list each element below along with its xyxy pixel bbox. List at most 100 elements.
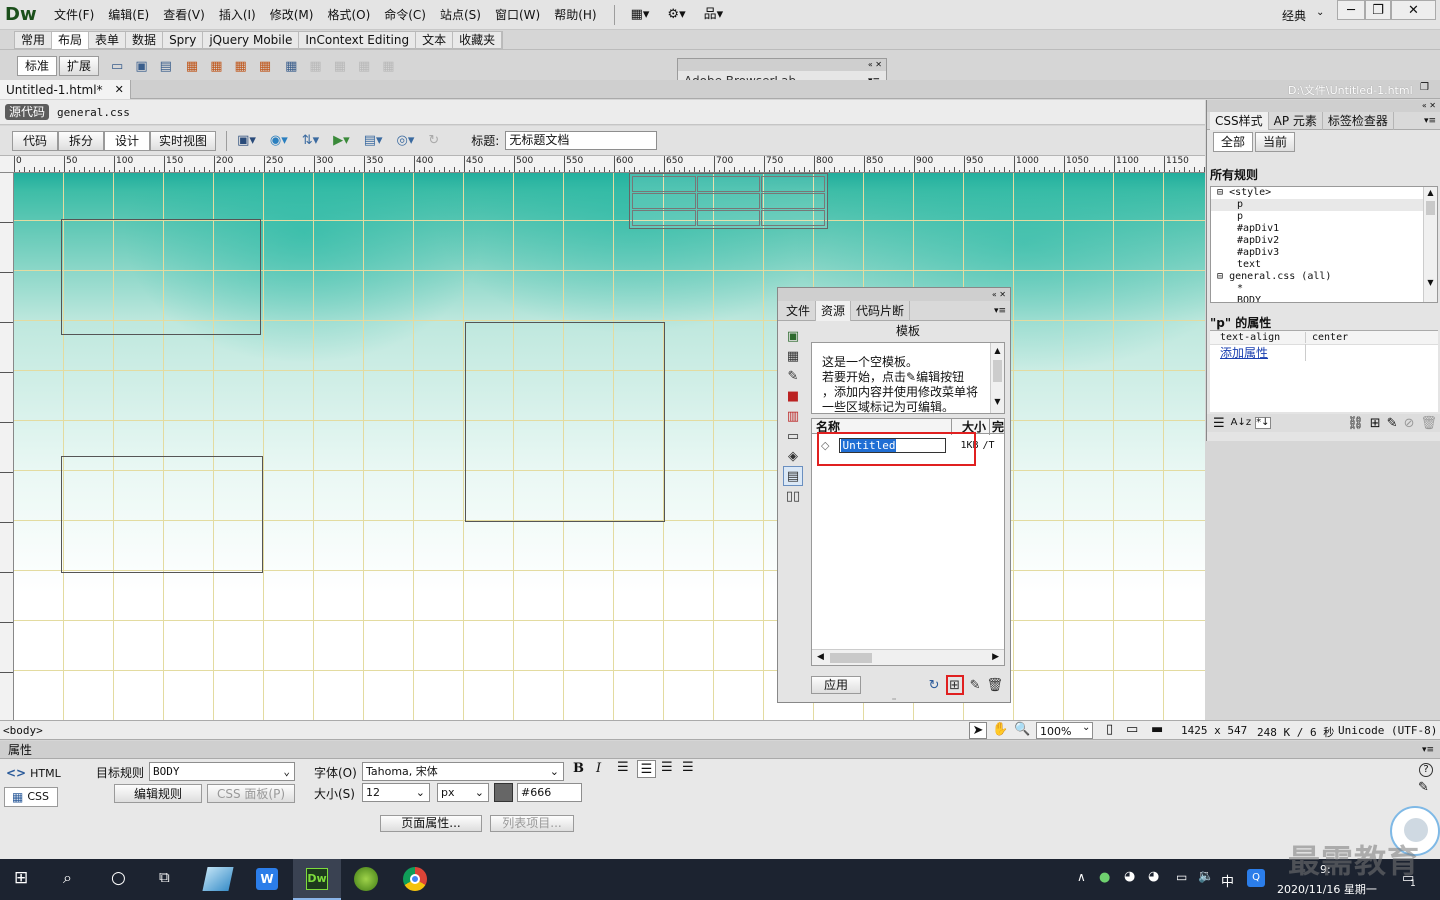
hand-tool-icon[interactable]: ✋ [992, 723, 1008, 736]
ap-div-2[interactable] [465, 322, 665, 522]
code-view-button[interactable]: 代码 [12, 130, 59, 151]
multiscreen-icon[interactable]: ▣▾ [237, 134, 256, 147]
insert-tab-jquery[interactable]: jQuery Mobile [203, 31, 300, 49]
list-hscrollbar[interactable]: ◀ ▶ [812, 649, 1004, 665]
add-property-link[interactable]: 添加属性 [1210, 344, 1306, 361]
file-management-icon[interactable]: ⇅▾ [302, 134, 319, 147]
page-properties-button[interactable]: 页面属性... [380, 815, 482, 832]
menu-commands[interactable]: 命令(C) [377, 6, 433, 23]
insert-tab-common[interactable]: 常用 [15, 31, 53, 49]
site-icon[interactable]: 品▾ [704, 8, 724, 21]
category-view-icon[interactable]: ☰ [1213, 417, 1225, 430]
apply-template-button[interactable]: 应用 [811, 676, 862, 694]
css-menu-icon[interactable]: ▾≡ [1424, 116, 1436, 126]
network-icon[interactable]: ▭ [1176, 871, 1187, 883]
delete-template-icon[interactable]: 🗑 [986, 679, 1003, 692]
tree-collapse-icon[interactable]: ⊟ [1217, 187, 1223, 198]
images-icon[interactable]: ▣ [783, 326, 803, 346]
menu-window[interactable]: 窗口(W) [488, 6, 547, 23]
prop-name[interactable]: text-align [1210, 332, 1306, 343]
size-select[interactable]: 12 [362, 783, 430, 802]
color-swatch[interactable] [494, 783, 513, 802]
menu-insert[interactable]: 插入(I) [212, 6, 263, 23]
layout-table[interactable] [629, 173, 828, 229]
design-view-button[interactable]: 设计 [104, 130, 151, 151]
rule-star[interactable]: * [1237, 283, 1243, 294]
qq-icon[interactable]: ◕ [1124, 870, 1135, 883]
rule-p-1[interactable]: p [1237, 199, 1243, 210]
live-view-button[interactable]: 实时视图 [150, 130, 217, 151]
prop-value[interactable]: center [1306, 332, 1348, 343]
restore-button[interactable]: ❐ [1365, 0, 1391, 20]
new-template-icon[interactable]: ⊞ [945, 675, 964, 695]
cortana-icon[interactable]: ○ [111, 870, 126, 887]
attach-stylesheet-icon[interactable]: ⛓ [1347, 417, 1364, 430]
new-css-rule-icon[interactable]: ⊞ [1370, 417, 1381, 430]
css-mode-button[interactable]: ▦ CSS [4, 787, 58, 807]
align-left-icon[interactable]: ☰ [617, 761, 629, 774]
quick-tag-editor-icon[interactable]: ✎ [1418, 781, 1429, 794]
insert-tab-data[interactable]: 数据 [126, 31, 164, 49]
menu-edit[interactable]: 编辑(E) [101, 6, 156, 23]
insert-tab-incontext[interactable]: InContext Editing [299, 31, 417, 49]
html-mode-button[interactable]: HTML [30, 767, 61, 780]
tree-scrollbar[interactable]: ▲ ▼ [1423, 187, 1437, 302]
desktop-size-icon[interactable]: ▬ [1151, 723, 1163, 736]
shockwave-icon[interactable]: ▥ [783, 406, 803, 426]
document-tab[interactable]: Untitled-1.html* ✕ [0, 80, 131, 99]
source-code-button[interactable]: 源代码 [5, 104, 50, 120]
preview-browser-icon[interactable]: ◉▾ [270, 134, 288, 147]
menu-modify[interactable]: 修改(M) [263, 6, 321, 23]
wechat-icon[interactable]: ● [1099, 871, 1110, 884]
dreamweaver-app-icon[interactable]: Dw [293, 859, 341, 900]
refresh-list-icon[interactable]: ↻ [929, 679, 940, 692]
assets-collapse-icon[interactable]: « ✕ [778, 288, 1010, 301]
w3c-validation-icon[interactable]: ▶▾ [333, 134, 350, 147]
table-icon[interactable]: ▦ [285, 60, 297, 73]
properties-menu-icon[interactable]: ▾≡ [1422, 745, 1434, 755]
resize-grip-icon[interactable]: ┅ [778, 696, 1010, 703]
align-justify-icon[interactable]: ☰ [682, 761, 694, 774]
melon-app-icon[interactable] [354, 867, 378, 891]
css-tab-tag[interactable]: 标签检查器 [1323, 111, 1394, 130]
assets-tab-assets[interactable]: 资源 [816, 300, 852, 321]
css-all-button[interactable]: 全部 [1213, 132, 1254, 152]
rule-text[interactable]: text [1237, 259, 1261, 270]
layout-icon[interactable]: ▦▾ [631, 8, 650, 21]
window-dimensions[interactable]: 1425 x 547 [1181, 724, 1247, 737]
rule-apdiv3[interactable]: #apDiv3 [1237, 247, 1279, 258]
spry-tabbed-icon[interactable]: ▦ [210, 60, 222, 73]
urls-icon[interactable]: ✎ [783, 366, 803, 386]
insert-tab-favorites[interactable]: 收藏夹 [453, 31, 503, 49]
align-center-icon[interactable]: ☰ [637, 760, 656, 778]
rule-style[interactable]: <style> [1229, 187, 1271, 198]
workspace-switcher[interactable]: 经典 [1282, 7, 1306, 24]
menu-help[interactable]: 帮助(H) [547, 6, 603, 23]
expand-mode-button[interactable]: 扩展 [59, 56, 100, 76]
panel-collapse-icon[interactable]: « ✕ [678, 59, 886, 71]
delete-rule-icon[interactable]: 🗑 [1420, 417, 1437, 430]
ime-indicator[interactable]: 中 [1221, 871, 1234, 890]
movies-icon[interactable]: ▭ [783, 426, 803, 446]
css-current-button[interactable]: 当前 [1255, 132, 1296, 152]
align-right-icon[interactable]: ☰ [661, 761, 673, 774]
bold-icon[interactable]: B [573, 762, 584, 775]
spry-collapsible-icon[interactable]: ▦ [259, 60, 271, 73]
templates-icon[interactable]: ▤ [783, 466, 803, 486]
split-view-button[interactable]: 拆分 [58, 130, 105, 151]
scripts-icon[interactable]: ◈ [783, 446, 803, 466]
restore-doc-icon[interactable]: ❐ [1420, 82, 1429, 93]
italic-icon[interactable]: I [596, 762, 601, 775]
font-select[interactable]: Tahoma, 宋体 [362, 762, 564, 781]
clock-date[interactable]: 2020/11/16 星期一 [1277, 881, 1377, 897]
spry-menu-icon[interactable]: ▦ [186, 60, 198, 73]
edit-rule-button[interactable]: 编辑规则 [114, 784, 202, 803]
volume-icon[interactable]: 🔈 [1198, 870, 1214, 883]
menu-site[interactable]: 站点(S) [433, 6, 488, 23]
css-tab-ap[interactable]: AP 元素 [1269, 111, 1323, 130]
qq-icon-2[interactable]: ◕ [1148, 870, 1159, 883]
tab-close-icon[interactable]: ✕ [115, 83, 124, 96]
tag-selector-body[interactable]: <body> [3, 724, 43, 737]
gear-icon[interactable]: ⚙▾ [667, 8, 685, 21]
library-icon[interactable]: ▯▯ [783, 486, 803, 506]
